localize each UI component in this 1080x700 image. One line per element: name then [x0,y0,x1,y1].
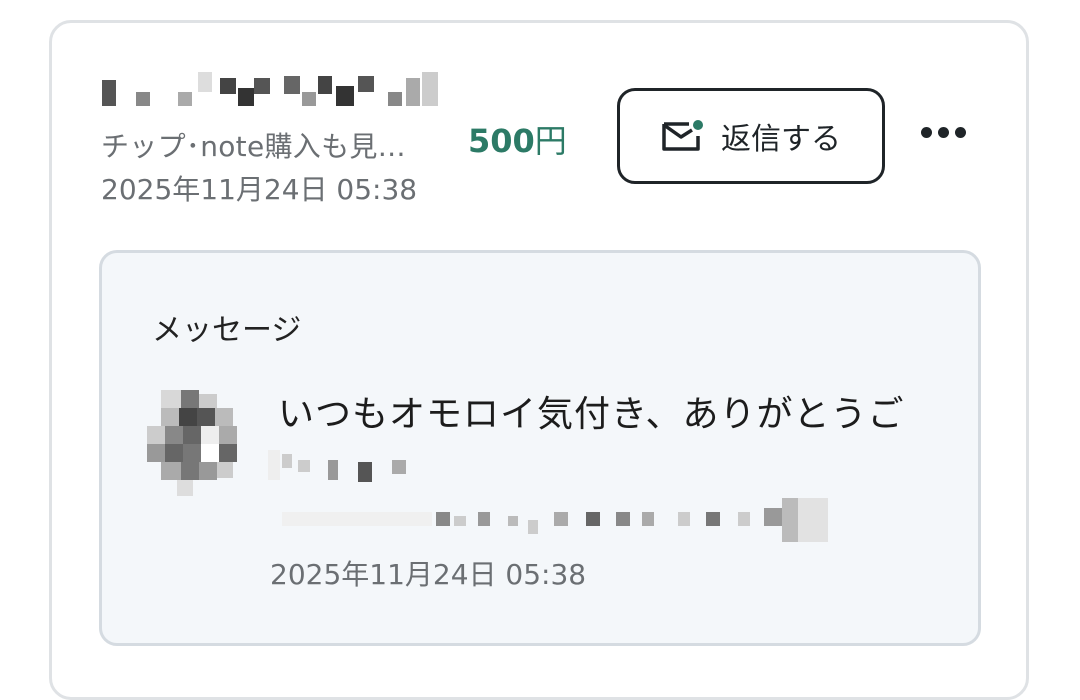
sender-name-redacted [102,72,452,112]
tip-amount-unit: 円 [534,122,567,160]
message-date: 2025年11月24日 05:38 [270,558,587,591]
more-horizontal-icon [937,126,949,138]
mail-icon [661,119,703,153]
more-horizontal-icon [954,126,966,138]
message-text-redacted [268,450,838,550]
message-text: いつもオモロイ気付き、ありがとうご [278,394,905,435]
tip-amount-number: 500 [468,122,535,160]
more-options-button[interactable] [915,112,971,152]
more-horizontal-icon [920,126,932,138]
avatar [147,390,239,498]
reply-button[interactable]: 返信する [617,88,885,184]
message-heading: メッセージ [152,313,302,348]
tip-date: 2025年11月24日 05:38 [101,173,418,206]
tip-amount: 500円 [468,116,567,162]
reply-button-label: 返信する [721,122,841,157]
tip-source-text: チップ･note購入も見… [101,130,406,163]
